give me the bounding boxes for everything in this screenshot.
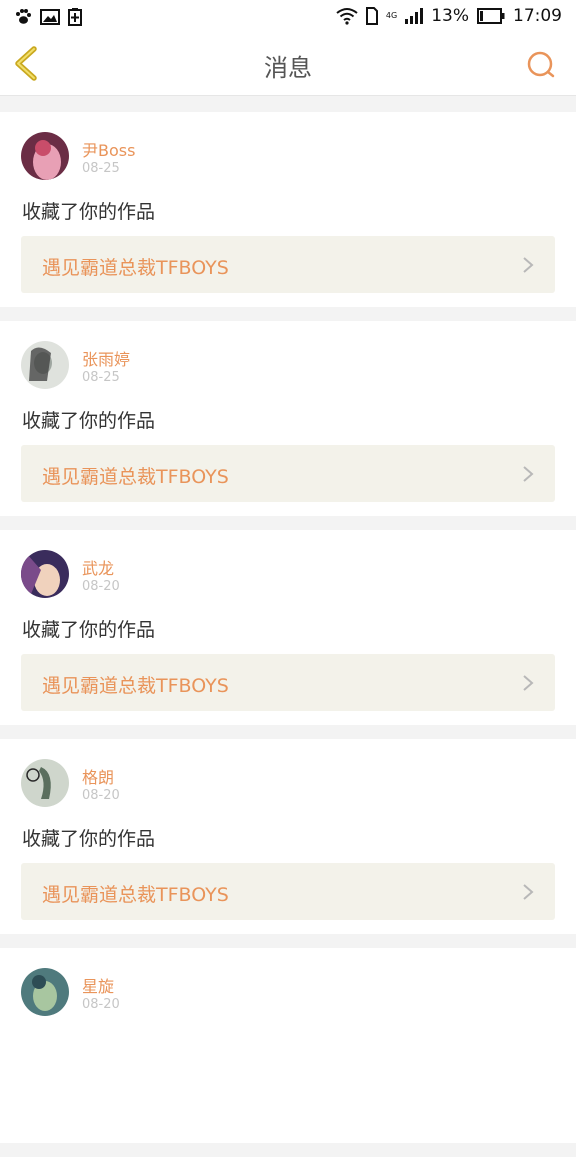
sender-name[interactable]: 张雨婷 <box>82 346 130 370</box>
message-action: 收藏了你的作品 <box>22 201 156 223</box>
status-right: 4G 13% 17:09 <box>336 6 562 26</box>
message-date: 08-25 <box>82 161 120 176</box>
work-title: 遇见霸道总裁TFBOYS <box>42 675 229 697</box>
avatar[interactable] <box>21 550 69 598</box>
app-header: 消息 <box>0 34 576 96</box>
sender-name[interactable]: 武龙 <box>82 555 114 579</box>
message-date: 08-20 <box>82 788 120 803</box>
search-button[interactable] <box>522 46 560 84</box>
work-link[interactable]: 遇见霸道总裁TFBOYS <box>21 236 555 293</box>
battery-percent: 13% <box>431 6 469 26</box>
avatar[interactable] <box>21 759 69 807</box>
status-bar: 4G 13% 17:09 <box>0 0 576 34</box>
sender-name[interactable]: 尹Boss <box>82 137 135 161</box>
image-icon <box>40 9 60 25</box>
battery-saver-icon <box>68 8 82 26</box>
wifi-icon <box>336 8 358 25</box>
work-title: 遇见霸道总裁TFBOYS <box>42 466 229 488</box>
clock: 17:09 <box>513 6 562 26</box>
network-label: 4G <box>385 11 398 20</box>
status-left-icons <box>14 8 82 26</box>
work-title: 遇见霸道总裁TFBOYS <box>42 884 229 906</box>
message-action: 收藏了你的作品 <box>22 828 156 850</box>
chevron-right-icon <box>523 257 534 273</box>
message-card: 格朗 08-20 收藏了你的作品 遇见霸道总裁TFBOYS <box>0 739 576 934</box>
message-action: 收藏了你的作品 <box>22 410 156 432</box>
sim-icon <box>365 7 378 25</box>
message-card: 尹Boss 08-25 收藏了你的作品 遇见霸道总裁TFBOYS <box>0 112 576 307</box>
work-title: 遇见霸道总裁TFBOYS <box>42 257 229 279</box>
message-card: 张雨婷 08-25 收藏了你的作品 遇见霸道总裁TFBOYS <box>0 321 576 516</box>
avatar[interactable] <box>21 341 69 389</box>
chevron-right-icon <box>523 884 534 900</box>
message-date: 08-20 <box>82 579 120 594</box>
sender-name[interactable]: 星旋 <box>82 973 114 997</box>
message-list[interactable]: 尹Boss 08-25 收藏了你的作品 遇见霸道总裁TFBOYS 张雨婷 08-… <box>0 112 576 1157</box>
page-title: 消息 <box>264 54 312 82</box>
chevron-right-icon <box>523 466 534 482</box>
message-action: 收藏了你的作品 <box>22 619 156 641</box>
message-date: 08-20 <box>82 997 120 1012</box>
message-card: 星旋 08-20 <box>0 948 576 1143</box>
paw-icon <box>16 9 31 24</box>
avatar[interactable] <box>21 132 69 180</box>
work-link[interactable]: 遇见霸道总裁TFBOYS <box>21 445 555 502</box>
sender-name[interactable]: 格朗 <box>82 764 114 788</box>
work-link[interactable]: 遇见霸道总裁TFBOYS <box>21 654 555 711</box>
battery-icon <box>477 8 505 24</box>
chevron-right-icon <box>523 675 534 691</box>
work-link[interactable]: 遇见霸道总裁TFBOYS <box>21 863 555 920</box>
message-date: 08-25 <box>82 370 120 385</box>
message-card: 武龙 08-20 收藏了你的作品 遇见霸道总裁TFBOYS <box>0 530 576 725</box>
signal-icon <box>405 8 424 24</box>
avatar[interactable] <box>21 968 69 1016</box>
search-icon <box>527 51 555 78</box>
